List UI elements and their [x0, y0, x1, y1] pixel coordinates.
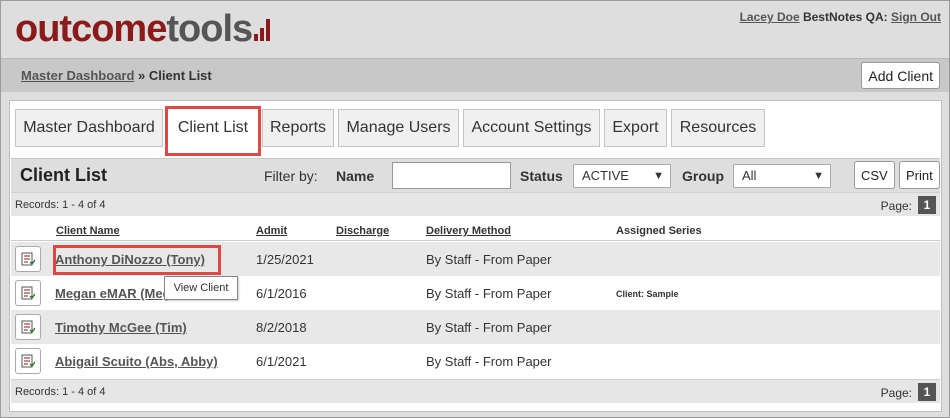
admit-date: 6/1/2021	[256, 354, 307, 369]
view-document-button[interactable]	[15, 348, 41, 374]
client-list-header: Client List Filter by: Name Status ACTIV…	[11, 158, 940, 192]
bar-chart-icon	[254, 19, 271, 41]
client-list-title: Client List	[20, 165, 108, 185]
view-document-button[interactable]	[15, 314, 41, 340]
chevron-down-icon: ▼	[813, 170, 824, 182]
column-delivery-method[interactable]: Delivery Method	[426, 225, 511, 237]
client-name-link[interactable]: Abigail Scuito (Abs, Abby)	[55, 354, 218, 369]
outcometools-logo: outcometools	[15, 7, 271, 51]
status-select[interactable]: ACTIVE ▼	[573, 164, 671, 188]
breadcrumb-master-dashboard[interactable]: Master Dashboard	[21, 68, 134, 83]
page-label: Page:	[880, 386, 912, 400]
document-check-icon	[21, 320, 35, 334]
name-filter-label: Name	[336, 168, 375, 184]
group-select-value: All	[742, 168, 757, 183]
page-number-button[interactable]: 1	[918, 196, 936, 214]
tab-client-list[interactable]: Client List	[165, 106, 261, 156]
name-filter-input[interactable]	[392, 162, 511, 189]
add-client-button[interactable]: Add Client	[861, 62, 940, 89]
view-document-button[interactable]	[15, 280, 41, 306]
table-row: Timothy McGee (Tim) 8/2/2018 By Staff - …	[11, 310, 940, 344]
print-button[interactable]: Print	[899, 161, 940, 189]
breadcrumb-separator: »	[138, 68, 146, 83]
user-org: BestNotes QA:	[802, 10, 888, 24]
records-count: Records: 1 - 4 of 4	[15, 386, 106, 398]
main-panel: Master Dashboard Client List Reports Man…	[9, 100, 942, 412]
admit-date: 6/1/2016	[256, 286, 307, 301]
csv-button[interactable]: CSV	[854, 161, 895, 189]
tab-account-settings[interactable]: Account Settings	[463, 109, 600, 147]
admit-date: 8/2/2018	[256, 320, 307, 335]
user-name-link[interactable]: Lacey Doe	[740, 10, 800, 24]
admit-date: 1/25/2021	[256, 252, 314, 267]
assigned-series: Client: Sample	[616, 289, 679, 299]
table-row: Anthony DiNozzo (Tony) 1/25/2021 By Staf…	[11, 242, 940, 276]
client-name-link[interactable]: Anthony DiNozzo (Tony)	[55, 252, 205, 267]
client-name-link[interactable]: Megan eMAR (Meg	[55, 286, 171, 301]
delivery-method: By Staff - From Paper	[426, 286, 552, 301]
breadcrumb-current: Client List	[148, 68, 212, 83]
group-filter-label: Group	[682, 168, 724, 184]
chevron-down-icon: ▼	[653, 170, 664, 182]
records-bar-bottom: Records: 1 - 4 of 4 Page: 1	[11, 379, 940, 403]
records-bar-top: Records: 1 - 4 of 4 Page: 1	[11, 192, 940, 216]
page-label: Page:	[880, 199, 912, 213]
client-name-link[interactable]: Timothy McGee (Tim)	[55, 320, 187, 335]
table-header: Client Name Admit Discharge Delivery Met…	[11, 219, 940, 241]
sign-out-link[interactable]: Sign Out	[891, 10, 941, 24]
page-number-button[interactable]: 1	[918, 383, 936, 401]
status-filter-label: Status	[520, 168, 563, 184]
view-document-button[interactable]	[15, 246, 41, 272]
logo-text-tools: tools	[166, 8, 253, 50]
user-area: Lacey Doe BestNotes QA: Sign Out	[740, 10, 941, 24]
status-select-value: ACTIVE	[582, 168, 629, 183]
document-check-icon	[21, 252, 35, 266]
header: outcometools Lacey Doe BestNotes QA: Sig…	[1, 1, 949, 59]
filter-by-label: Filter by:	[264, 168, 318, 184]
delivery-method: By Staff - From Paper	[426, 320, 552, 335]
records-count: Records: 1 - 4 of 4	[15, 199, 106, 211]
document-check-icon	[21, 354, 35, 368]
tab-reports[interactable]: Reports	[262, 109, 334, 147]
tab-bar: Master Dashboard Client List Reports Man…	[10, 101, 941, 156]
group-select[interactable]: All ▼	[733, 164, 831, 188]
tab-export[interactable]: Export	[604, 109, 667, 147]
view-client-tooltip: View Client	[164, 276, 238, 300]
delivery-method: By Staff - From Paper	[426, 252, 552, 267]
tab-manage-users[interactable]: Manage Users	[338, 109, 459, 147]
breadcrumb: Master Dashboard » Client List	[21, 68, 212, 83]
column-admit[interactable]: Admit	[256, 225, 287, 237]
column-client-name[interactable]: Client Name	[56, 225, 120, 237]
tab-master-dashboard[interactable]: Master Dashboard	[15, 109, 163, 147]
column-discharge[interactable]: Discharge	[336, 225, 389, 237]
delivery-method: By Staff - From Paper	[426, 354, 552, 369]
logo-text-outcome: outcome	[15, 8, 167, 50]
column-assigned-series: Assigned Series	[616, 225, 702, 237]
table-row: Megan eMAR (Meg 6/1/2016 By Staff - From…	[11, 276, 940, 310]
breadcrumb-bar: Master Dashboard » Client List Add Clien…	[1, 58, 949, 92]
document-check-icon	[21, 286, 35, 300]
tab-resources[interactable]: Resources	[671, 109, 765, 147]
table-row: Abigail Scuito (Abs, Abby) 6/1/2021 By S…	[11, 344, 940, 378]
